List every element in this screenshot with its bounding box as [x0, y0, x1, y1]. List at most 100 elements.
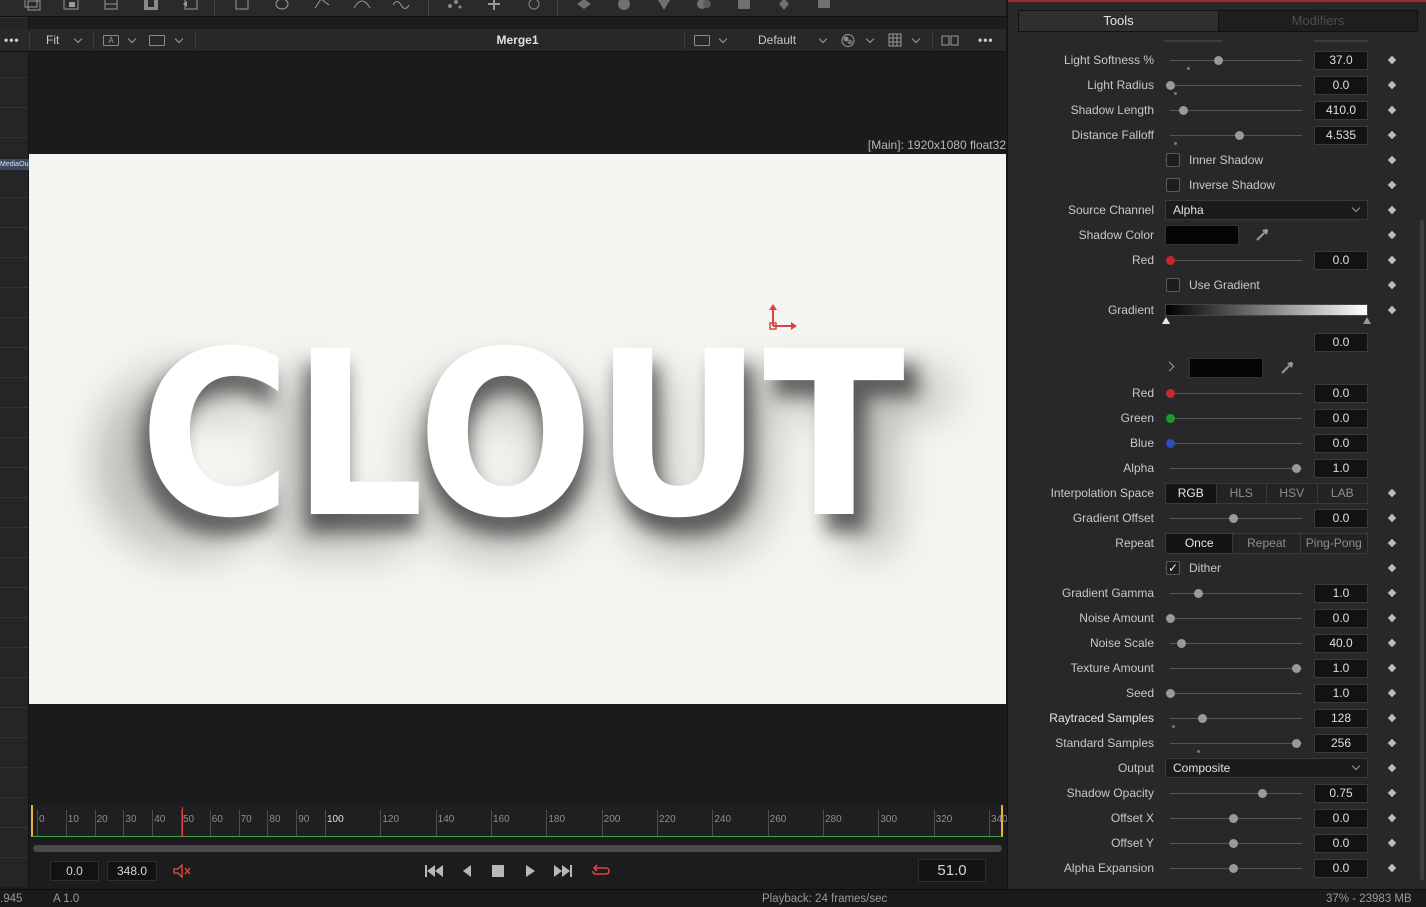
inner-shadow-checkbox[interactable]: [1166, 153, 1180, 167]
noise-amount-slider-track[interactable]: [1170, 618, 1302, 619]
dither-keyframe-icon[interactable]: [1387, 563, 1397, 573]
timeline-ruler[interactable]: 0 10 20 30 40 50 60 70 80 90 100 120 140 160 180 200 220…: [31, 805, 1008, 837]
particle-emitter-icon[interactable]: [444, 0, 464, 12]
merge-3d-icon[interactable]: [694, 0, 714, 12]
gradient-green-field[interactable]: 0.0: [1314, 409, 1368, 428]
gradient-stop-right[interactable]: [1363, 317, 1371, 324]
gradient-gamma-slider-track[interactable]: [1170, 593, 1302, 594]
eyedropper-icon[interactable]: [1279, 360, 1295, 376]
light-softness-keyframe-icon[interactable]: [1387, 55, 1397, 65]
gradient-offset-slider-thumb[interactable]: [1229, 514, 1238, 523]
play-icon[interactable]: [520, 862, 540, 880]
output-keyframe-icon[interactable]: [1387, 763, 1397, 773]
alpha-expansion-slider-thumb[interactable]: [1229, 864, 1238, 873]
lut-icon[interactable]: [694, 35, 710, 46]
offset-y-keyframe-icon[interactable]: [1387, 838, 1397, 848]
gradient-stop-left[interactable]: [1162, 317, 1170, 324]
texture-amount-keyframe-icon[interactable]: [1387, 663, 1397, 673]
go-to-start-icon[interactable]: [424, 862, 444, 880]
distance-falloff-field[interactable]: 4.535: [1314, 126, 1368, 145]
text-tool-icon[interactable]: [141, 0, 161, 12]
use-gradient-checkbox[interactable]: [1166, 278, 1180, 292]
chevron-down-icon[interactable]: [718, 27, 728, 50]
seed-field[interactable]: 1.0: [1314, 684, 1368, 703]
viewer-canvas[interactable]: CLOUT CLOUT CLOUT: [29, 154, 1006, 704]
offset-x-field[interactable]: 0.0: [1314, 809, 1368, 828]
chevron-right-icon[interactable]: [1164, 361, 1175, 372]
viewer-area[interactable]: [Main]: 1920x1080 float32 CLOUT CLOUT CL…: [29, 52, 1006, 804]
chevron-down-icon[interactable]: [818, 27, 828, 50]
noise-scale-slider-track[interactable]: [1170, 643, 1302, 644]
renderer-3d-icon[interactable]: [814, 0, 834, 12]
polygon-mask-icon[interactable]: [312, 0, 332, 12]
seed-slider-track[interactable]: [1170, 693, 1302, 694]
light-radius-field[interactable]: 0.0: [1314, 76, 1368, 95]
offset-x-keyframe-icon[interactable]: [1387, 813, 1397, 823]
gradient-red-slider-thumb[interactable]: [1166, 389, 1175, 398]
gradient-red-field[interactable]: 0.0: [1314, 384, 1368, 403]
gradient-offset-keyframe-icon[interactable]: [1387, 513, 1397, 523]
noise-amount-slider-thumb[interactable]: [1166, 614, 1175, 623]
current-frame-field[interactable]: 51.0: [918, 859, 986, 882]
color-wheel-icon[interactable]: [840, 29, 856, 52]
standard-samples-field[interactable]: 256: [1314, 734, 1368, 753]
shadow-opacity-field[interactable]: 0.75: [1314, 784, 1368, 803]
gradient-blue-slider-thumb[interactable]: [1166, 439, 1175, 448]
background-tool-icon[interactable]: [22, 0, 42, 12]
noise-amount-field[interactable]: 0.0: [1314, 609, 1368, 628]
source-channel-dropdown[interactable]: Alpha: [1165, 200, 1368, 220]
texture-amount-slider-thumb[interactable]: [1292, 664, 1301, 673]
use-gradient-keyframe-icon[interactable]: [1387, 280, 1397, 290]
shape-3d-icon[interactable]: [614, 0, 634, 12]
text-3d-icon[interactable]: [654, 0, 674, 12]
offset-x-slider-thumb[interactable]: [1229, 814, 1238, 823]
raytraced-samples-slider-thumb[interactable]: [1197, 714, 1207, 723]
gradient-alpha-field[interactable]: 1.0: [1314, 459, 1368, 478]
tab-modifiers[interactable]: Modifiers: [1219, 11, 1417, 31]
standard-samples-slider-thumb[interactable]: [1292, 739, 1301, 748]
viewer-menu-icon[interactable]: •••: [978, 29, 994, 52]
inverse-shadow-checkbox[interactable]: [1166, 178, 1180, 192]
interpolation-space-option-rgb[interactable]: RGB: [1166, 484, 1217, 503]
gradient-bar[interactable]: [1165, 304, 1368, 316]
timeline-scrollbar[interactable]: [33, 845, 1002, 852]
global-end-field[interactable]: 348.0: [107, 861, 157, 881]
inspector-scrollbar[interactable]: [1420, 220, 1424, 880]
shadow-opacity-keyframe-icon[interactable]: [1387, 788, 1397, 798]
light-radius-slider-thumb[interactable]: [1166, 81, 1175, 90]
chevron-down-icon[interactable]: [865, 27, 875, 50]
light-softness-slider-thumb[interactable]: [1213, 56, 1223, 65]
media-out-node[interactable]: MediaOu: [0, 159, 29, 170]
noise-scale-field[interactable]: 40.0: [1314, 634, 1368, 653]
paint-tool-icon[interactable]: [101, 0, 121, 12]
split-view-icon[interactable]: [941, 29, 959, 52]
noise-scale-keyframe-icon[interactable]: [1387, 638, 1397, 648]
step-back-icon[interactable]: [457, 862, 477, 880]
gradient-green-slider-track[interactable]: [1170, 418, 1302, 419]
light-radius-slider-track[interactable]: [1170, 85, 1302, 86]
inner-shadow-keyframe-icon[interactable]: [1387, 155, 1397, 165]
output-dropdown[interactable]: Composite: [1165, 758, 1368, 778]
chevron-down-icon[interactable]: [911, 27, 921, 50]
inverse-shadow-keyframe-icon[interactable]: [1387, 180, 1397, 190]
gradient-offset-field[interactable]: 0.0: [1314, 509, 1368, 528]
image-plane-3d-icon[interactable]: [574, 0, 594, 12]
shadow-opacity-slider-thumb[interactable]: [1257, 789, 1267, 798]
raytraced-samples-slider-track[interactable]: [1170, 718, 1302, 719]
eyedropper-icon[interactable]: [1254, 227, 1270, 243]
standard-samples-keyframe-icon[interactable]: [1387, 738, 1397, 748]
distance-falloff-keyframe-icon[interactable]: [1387, 130, 1397, 140]
noise-amount-keyframe-icon[interactable]: [1387, 613, 1397, 623]
merge-tool-icon[interactable]: [61, 0, 81, 12]
seed-keyframe-icon[interactable]: [1387, 688, 1397, 698]
gradient-alpha-slider-track[interactable]: [1170, 468, 1302, 469]
gradient-keyframe-icon[interactable]: [1387, 305, 1397, 315]
gradient-color-swatch[interactable]: [1189, 358, 1263, 378]
gradient-gamma-field[interactable]: 1.0: [1314, 584, 1368, 603]
gradient-gamma-keyframe-icon[interactable]: [1387, 588, 1397, 598]
gradient-position-field[interactable]: 0.0: [1314, 333, 1368, 352]
interpolation-space-option-lab[interactable]: LAB: [1318, 484, 1368, 503]
distance-falloff-slider-thumb[interactable]: [1235, 131, 1245, 140]
alpha-expansion-keyframe-icon[interactable]: [1387, 863, 1397, 873]
shadow-color-swatch[interactable]: [1165, 225, 1239, 245]
